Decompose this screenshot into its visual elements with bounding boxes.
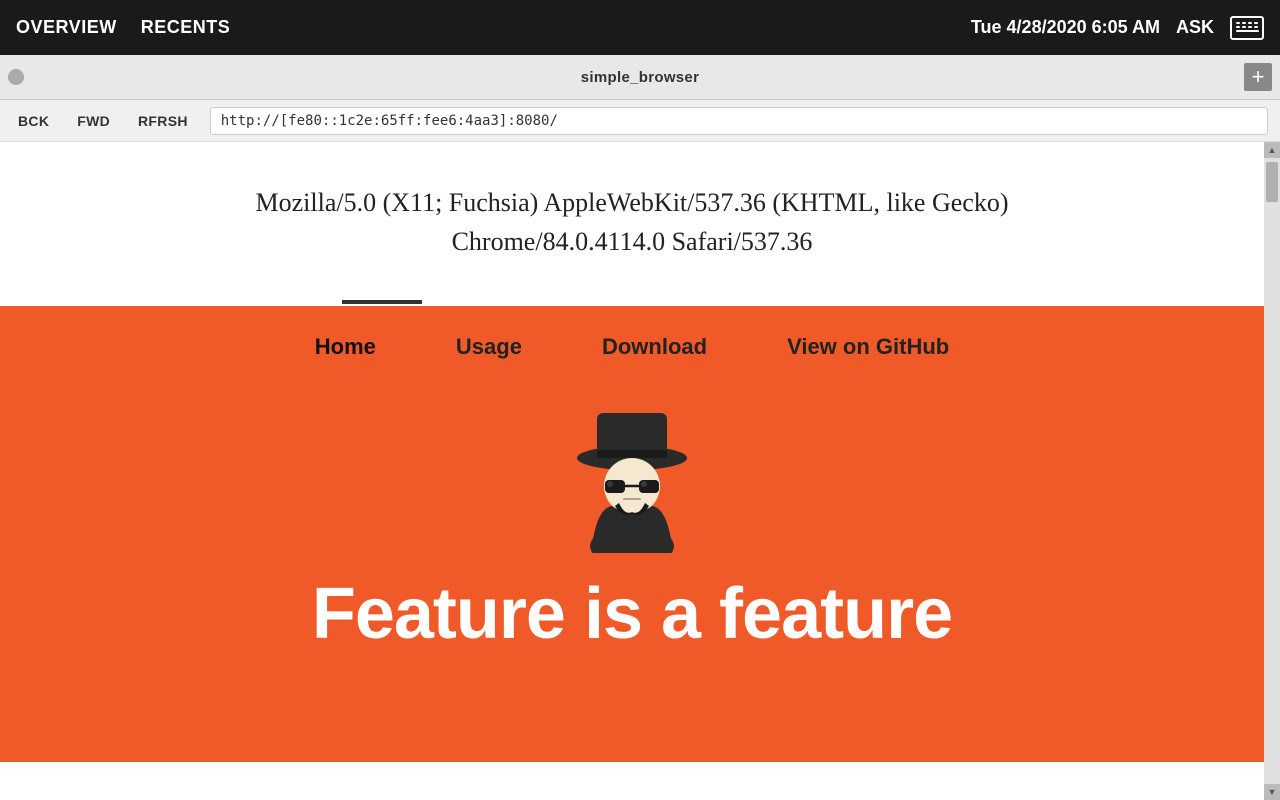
browser-status-circle <box>8 69 24 85</box>
scroll-up-arrow[interactable]: ▲ <box>1264 142 1280 158</box>
top-bar: OVERVIEW RECENTS Tue 4/28/2020 6:05 AM A… <box>0 0 1280 55</box>
orange-section: Home Usage Download View on GitHub <box>0 302 1264 762</box>
keyboard-icon <box>1236 22 1259 33</box>
feature-heading: Feature is a feature <box>312 574 952 654</box>
spy-icon <box>567 398 697 553</box>
nav-bar: BCK FWD RFRSH <box>0 100 1280 142</box>
nav-home[interactable]: Home <box>315 334 376 360</box>
ask-button[interactable]: ASK <box>1176 17 1214 38</box>
site-nav: Home Usage Download View on GitHub <box>0 306 1264 388</box>
page-content: Mozilla/5.0 (X11; Fuchsia) AppleWebKit/5… <box>0 142 1264 800</box>
nav-recents[interactable]: RECENTS <box>141 17 231 38</box>
user-agent-text: Mozilla/5.0 (X11; Fuchsia) AppleWebKit/5… <box>256 183 1009 261</box>
browser-chrome-bar: simple_browser + <box>0 55 1280 100</box>
new-tab-button[interactable]: + <box>1244 63 1272 91</box>
nav-usage[interactable]: Usage <box>456 334 522 360</box>
browser-title: simple_browser <box>581 69 699 86</box>
forward-button[interactable]: FWD <box>71 109 116 133</box>
spy-figure-container <box>0 388 1264 563</box>
top-bar-nav: OVERVIEW RECENTS <box>16 17 971 38</box>
datetime: Tue 4/28/2020 6:05 AM <box>971 17 1160 38</box>
content-area: Mozilla/5.0 (X11; Fuchsia) AppleWebKit/5… <box>0 142 1280 800</box>
scrollbar[interactable]: ▲ ▼ <box>1264 142 1280 800</box>
ua-section: Mozilla/5.0 (X11; Fuchsia) AppleWebKit/5… <box>0 142 1264 302</box>
feature-text-section: Feature is a feature <box>0 563 1264 665</box>
nav-github[interactable]: View on GitHub <box>787 334 949 360</box>
scrollbar-track[interactable] <box>1264 158 1280 784</box>
nav-overview[interactable]: OVERVIEW <box>16 17 117 38</box>
scrollbar-thumb[interactable] <box>1266 162 1278 202</box>
url-input[interactable] <box>210 107 1268 135</box>
refresh-button[interactable]: RFRSH <box>132 109 194 133</box>
back-button[interactable]: BCK <box>12 109 55 133</box>
scroll-down-arrow[interactable]: ▼ <box>1264 784 1280 800</box>
active-tab-indicator <box>342 300 422 304</box>
keyboard-button[interactable] <box>1230 16 1264 40</box>
top-bar-right: Tue 4/28/2020 6:05 AM ASK <box>971 16 1264 40</box>
nav-download[interactable]: Download <box>602 334 707 360</box>
